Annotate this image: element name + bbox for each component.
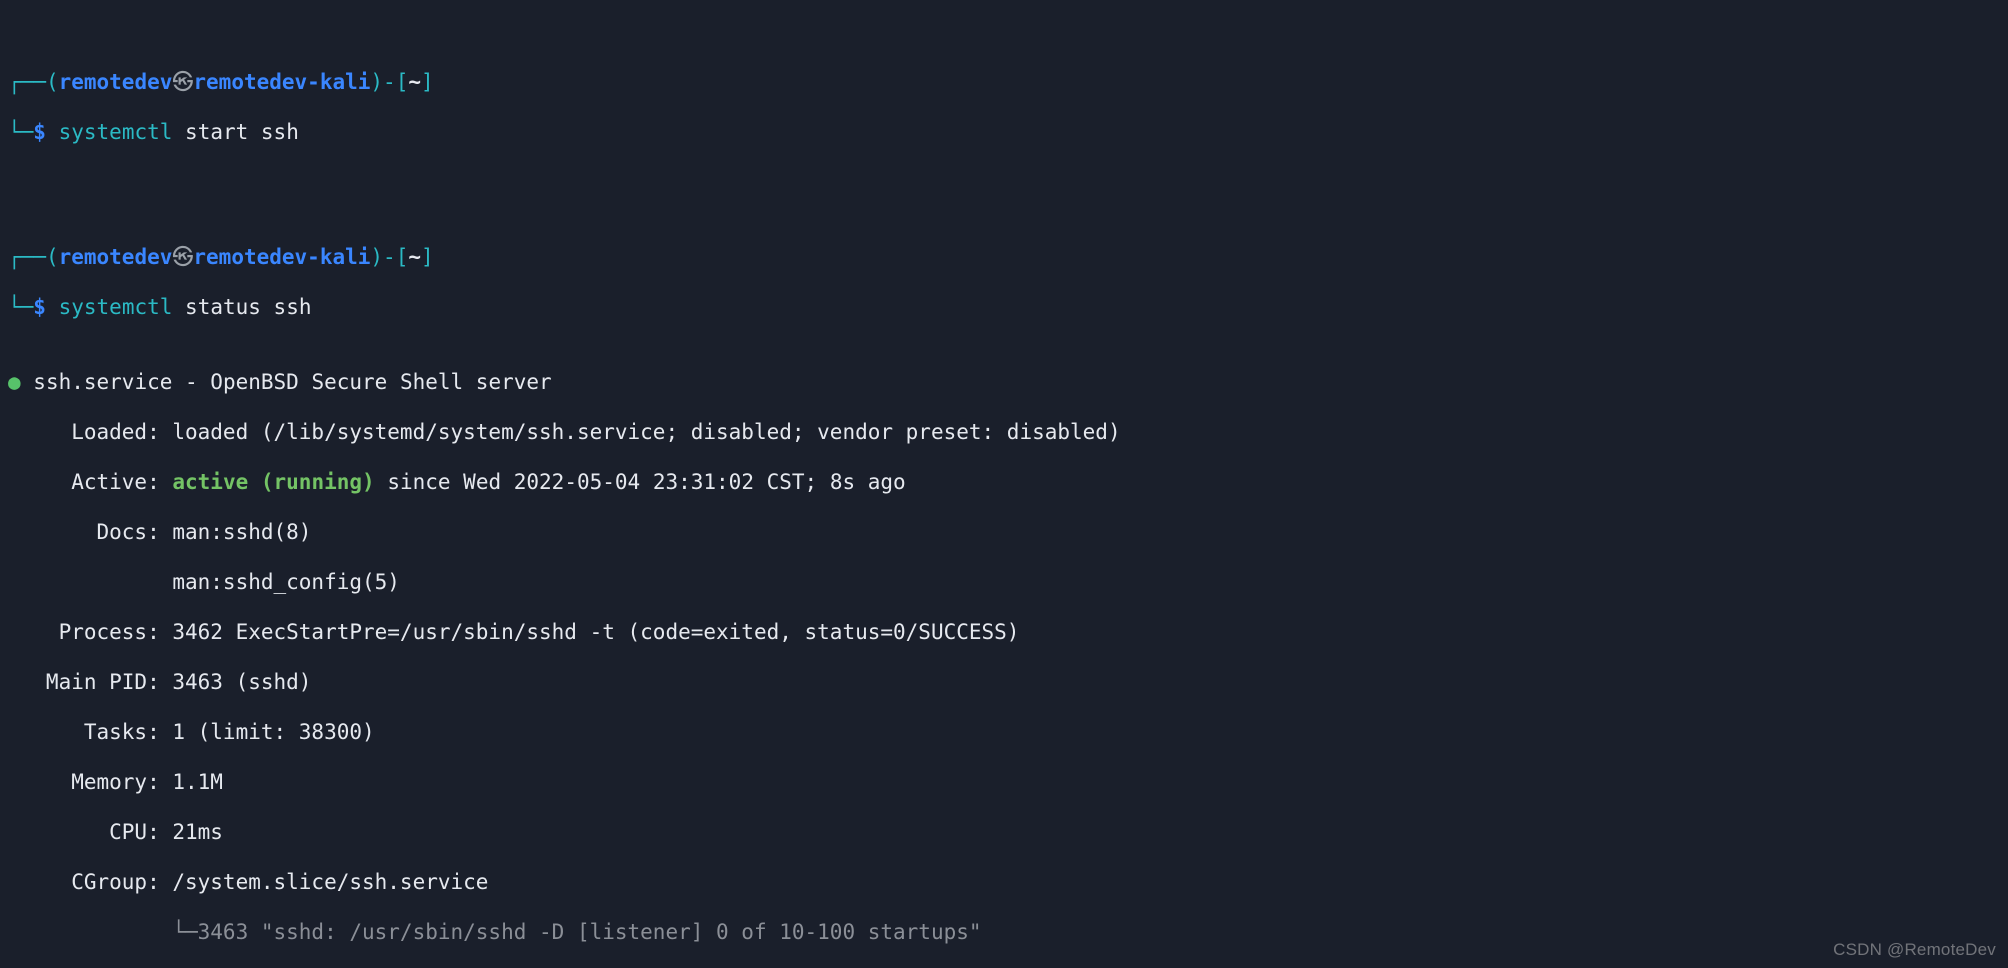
status-cgroup-child: └─3463 "sshd: /usr/sbin/sshd -D [listene… [8,920,2000,945]
status-cgroup: CGroup: /system.slice/ssh.service [8,870,2000,895]
status-memory: Memory: 1.1M [8,770,2000,795]
status-active: Active: active (running) since Wed 2022-… [8,470,2000,495]
prompt-line-1: ┌──(remotedev㉿remotedev-kali)-[~] [8,70,2000,95]
blank-line [8,170,2000,195]
status-docs-2: man:sshd_config(5) [8,570,2000,595]
status-unit: ● ssh.service - OpenBSD Secure Shell ser… [8,370,2000,395]
command-line-2: └─$ systemctl status ssh [8,295,2000,320]
status-tasks: Tasks: 1 (limit: 38300) [8,720,2000,745]
status-mainpid: Main PID: 3463 (sshd) [8,670,2000,695]
watermark-text: CSDN @RemoteDev [1833,937,1996,962]
terminal-output[interactable]: ┌──(remotedev㉿remotedev-kali)-[~] └─$ sy… [0,0,2008,968]
status-docs-1: Docs: man:sshd(8) [8,520,2000,545]
status-cpu: CPU: 21ms [8,820,2000,845]
status-process: Process: 3462 ExecStartPre=/usr/sbin/ssh… [8,620,2000,645]
cmd-systemctl: systemctl [59,295,173,319]
prompt-line-2: ┌──(remotedev㉿remotedev-kali)-[~] [8,245,2000,270]
status-dot-icon: ● [8,370,21,394]
status-loaded: Loaded: loaded (/lib/systemd/system/ssh.… [8,420,2000,445]
command-line-1: └─$ systemctl start ssh [8,120,2000,145]
cmd-systemctl: systemctl [59,120,173,144]
